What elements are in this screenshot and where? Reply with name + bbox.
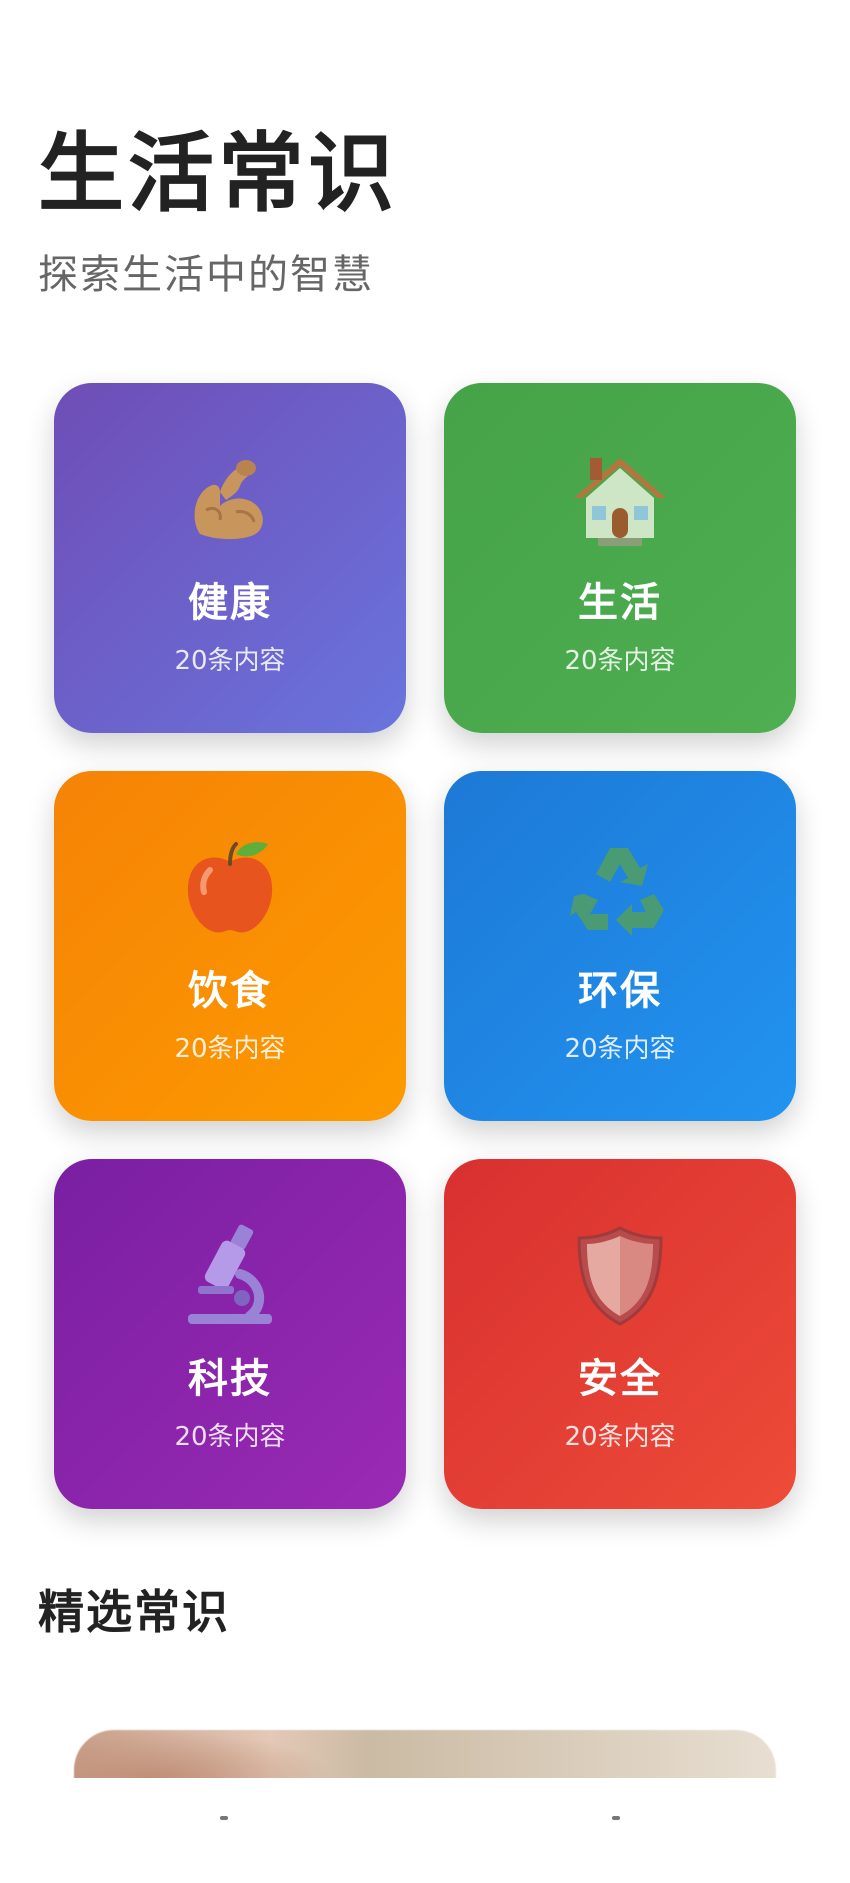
category-grid: 健康 20条内容 生活 20条内容 饮食 20条内容 环保 20条内容 科技 2… [54, 383, 796, 1509]
microscope-icon [54, 1221, 406, 1331]
page-subtitle: 探索生活中的智慧 [38, 252, 374, 298]
category-label: 生活 [578, 580, 662, 626]
category-count: 20条内容 [174, 1422, 286, 1452]
nav-indicator [220, 1816, 228, 1820]
category-count: 20条内容 [174, 1034, 286, 1064]
featured-section-title: 精选常识 [38, 1585, 230, 1639]
category-label: 饮食 [188, 968, 272, 1014]
apple-icon [54, 833, 406, 943]
category-card-eco[interactable]: 环保 20条内容 [444, 771, 796, 1121]
category-card-food[interactable]: 饮食 20条内容 [54, 771, 406, 1121]
category-label: 环保 [578, 968, 662, 1014]
bottom-navigation-bar [0, 1778, 850, 1883]
category-label: 科技 [188, 1356, 272, 1402]
category-card-safety[interactable]: 安全 20条内容 [444, 1159, 796, 1509]
category-card-health[interactable]: 健康 20条内容 [54, 383, 406, 733]
category-count: 20条内容 [564, 646, 676, 676]
category-count: 20条内容 [564, 1422, 676, 1452]
nav-indicator [612, 1816, 620, 1820]
category-label: 健康 [188, 580, 272, 626]
shield-icon [444, 1221, 796, 1331]
page-title: 生活常识 [38, 124, 398, 224]
house-icon [444, 445, 796, 555]
recycle-icon [444, 833, 796, 943]
category-label: 安全 [578, 1356, 662, 1402]
flexed-biceps-icon [54, 445, 406, 555]
category-count: 20条内容 [564, 1034, 676, 1064]
category-card-life[interactable]: 生活 20条内容 [444, 383, 796, 733]
category-count: 20条内容 [174, 646, 286, 676]
category-card-tech[interactable]: 科技 20条内容 [54, 1159, 406, 1509]
